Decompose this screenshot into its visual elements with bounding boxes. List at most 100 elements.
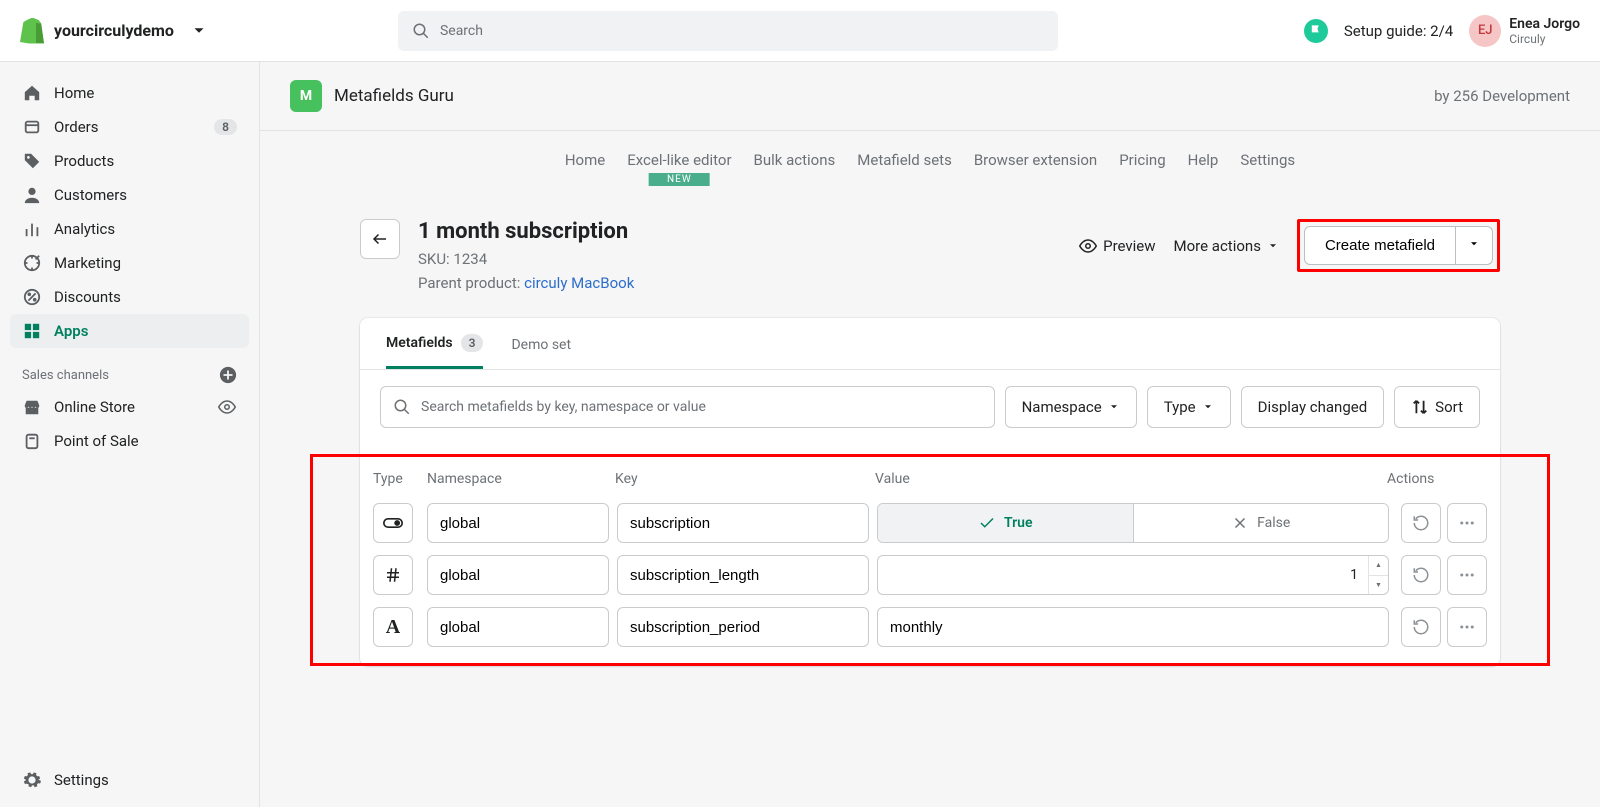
- nav-label: Apps: [54, 322, 88, 340]
- table-header: Type Namespace Key Value Actions: [373, 461, 1487, 497]
- spinner-up[interactable]: ▲: [1369, 556, 1388, 576]
- type-toggle-icon[interactable]: [373, 503, 413, 543]
- user-menu[interactable]: EJ Enea Jorgo Circuly: [1469, 15, 1580, 47]
- undo-button[interactable]: [1401, 503, 1441, 543]
- namespace-input[interactable]: [427, 607, 609, 647]
- namespace-input[interactable]: [427, 503, 609, 543]
- shopify-logo-icon: [20, 18, 44, 44]
- metafields-search-input[interactable]: Search metafields by key, namespace or v…: [380, 386, 995, 428]
- display-changed-button[interactable]: Display changed: [1241, 386, 1385, 428]
- number-spinner: ▲ ▼: [1368, 556, 1388, 594]
- text-a-icon: A: [386, 616, 400, 639]
- tab-excel-editor[interactable]: Excel-like editor NEW: [627, 145, 731, 175]
- tab-metafield-sets[interactable]: Metafield sets: [857, 145, 952, 175]
- metafields-count-badge: 3: [461, 334, 484, 352]
- sort-button[interactable]: Sort: [1394, 386, 1480, 428]
- sku-text: SKU: 1234: [418, 250, 634, 268]
- search-placeholder: Search: [440, 23, 483, 39]
- undo-button[interactable]: [1401, 607, 1441, 647]
- orders-badge: 8: [214, 119, 237, 135]
- chevron-down-icon: [190, 22, 208, 40]
- nav-marketing[interactable]: Marketing: [10, 246, 249, 280]
- key-input[interactable]: [617, 503, 869, 543]
- caret-down-icon: [1108, 398, 1120, 416]
- arrow-left-icon: [371, 230, 389, 248]
- more-button[interactable]: [1447, 607, 1487, 647]
- nav-label: Customers: [54, 186, 127, 204]
- nav-apps[interactable]: Apps: [10, 314, 249, 348]
- nav-settings[interactable]: Settings: [10, 763, 249, 797]
- nav-label: Analytics: [54, 220, 115, 238]
- parent-product-link[interactable]: circuly MacBook: [524, 274, 634, 292]
- search-icon: [412, 22, 430, 40]
- table-row: A: [373, 601, 1487, 653]
- text-value-input[interactable]: [877, 607, 1389, 647]
- card-tab-demo-set[interactable]: Demo set: [511, 334, 571, 369]
- bool-true-button[interactable]: True: [878, 504, 1134, 542]
- nav-label: Marketing: [54, 254, 121, 272]
- parent-product: Parent product: circuly MacBook: [418, 274, 634, 292]
- spinner-down[interactable]: ▼: [1369, 576, 1388, 595]
- add-channel-icon[interactable]: [219, 366, 237, 384]
- nav-products[interactable]: Products: [10, 144, 249, 178]
- create-metafield-highlight: Create metafield: [1297, 219, 1500, 272]
- more-button[interactable]: [1447, 503, 1487, 543]
- nav-orders[interactable]: Orders 8: [10, 110, 249, 144]
- undo-button[interactable]: [1401, 555, 1441, 595]
- app-logo-icon: M: [290, 80, 322, 112]
- bool-false-button[interactable]: False: [1134, 504, 1389, 542]
- type-number-icon[interactable]: [373, 555, 413, 595]
- store-selector[interactable]: yourcirculydemo: [20, 18, 208, 44]
- namespace-input[interactable]: [427, 555, 609, 595]
- setup-flag-icon[interactable]: [1304, 19, 1328, 43]
- header-type: Type: [373, 471, 427, 487]
- filter-namespace-button[interactable]: Namespace: [1005, 386, 1137, 428]
- nav-discounts[interactable]: Discounts: [10, 280, 249, 314]
- tab-help[interactable]: Help: [1188, 145, 1219, 175]
- setup-guide-text[interactable]: Setup guide: 2/4: [1344, 22, 1453, 40]
- search-placeholder: Search metafields by key, namespace or v…: [421, 399, 706, 415]
- app-header: M Metafields Guru by 256 Development: [260, 62, 1600, 131]
- gear-icon: [22, 771, 42, 789]
- nav-home[interactable]: Home: [10, 76, 249, 110]
- number-value-input[interactable]: 1 ▲ ▼: [877, 555, 1389, 595]
- header-namespace: Namespace: [427, 471, 615, 487]
- eye-icon[interactable]: [217, 398, 237, 416]
- caret-down-icon: [1267, 240, 1279, 252]
- nav-label: Online Store: [54, 398, 135, 416]
- create-metafield-button[interactable]: Create metafield: [1304, 226, 1456, 265]
- nav-point-of-sale[interactable]: Point of Sale: [10, 424, 249, 458]
- tab-bulk-actions[interactable]: Bulk actions: [754, 145, 836, 175]
- global-search[interactable]: Search: [398, 11, 1058, 51]
- new-badge: NEW: [649, 173, 710, 186]
- more-button[interactable]: [1447, 555, 1487, 595]
- card-tab-metafields[interactable]: Metafields 3: [386, 334, 483, 369]
- back-button[interactable]: [360, 219, 400, 259]
- filter-type-button[interactable]: Type: [1147, 386, 1231, 428]
- nav-analytics[interactable]: Analytics: [10, 212, 249, 246]
- caret-down-icon: [1202, 398, 1214, 416]
- create-metafield-dropdown[interactable]: [1456, 226, 1493, 265]
- nav-customers[interactable]: Customers: [10, 178, 249, 212]
- boolean-value-toggle: True False: [877, 503, 1389, 543]
- key-input[interactable]: [617, 607, 869, 647]
- sort-icon: [1411, 398, 1429, 416]
- nav-online-store[interactable]: Online Store: [10, 390, 249, 424]
- type-text-icon[interactable]: A: [373, 607, 413, 647]
- key-input[interactable]: [617, 555, 869, 595]
- tab-settings[interactable]: Settings: [1240, 145, 1295, 175]
- home-icon: [22, 84, 42, 102]
- dots-icon: [1458, 618, 1476, 636]
- user-company: Circuly: [1509, 32, 1580, 46]
- nav-label: Point of Sale: [54, 432, 139, 450]
- preview-button[interactable]: Preview: [1079, 237, 1155, 255]
- more-actions-button[interactable]: More actions: [1174, 237, 1279, 255]
- tab-browser-ext[interactable]: Browser extension: [974, 145, 1097, 175]
- tab-home[interactable]: Home: [565, 145, 605, 175]
- nav-label: Settings: [54, 771, 109, 789]
- sales-channels-header: Sales channels: [10, 348, 249, 390]
- header-actions: Actions: [1387, 471, 1487, 487]
- tab-pricing[interactable]: Pricing: [1119, 145, 1165, 175]
- hash-icon: [384, 566, 402, 584]
- target-icon: [22, 254, 42, 272]
